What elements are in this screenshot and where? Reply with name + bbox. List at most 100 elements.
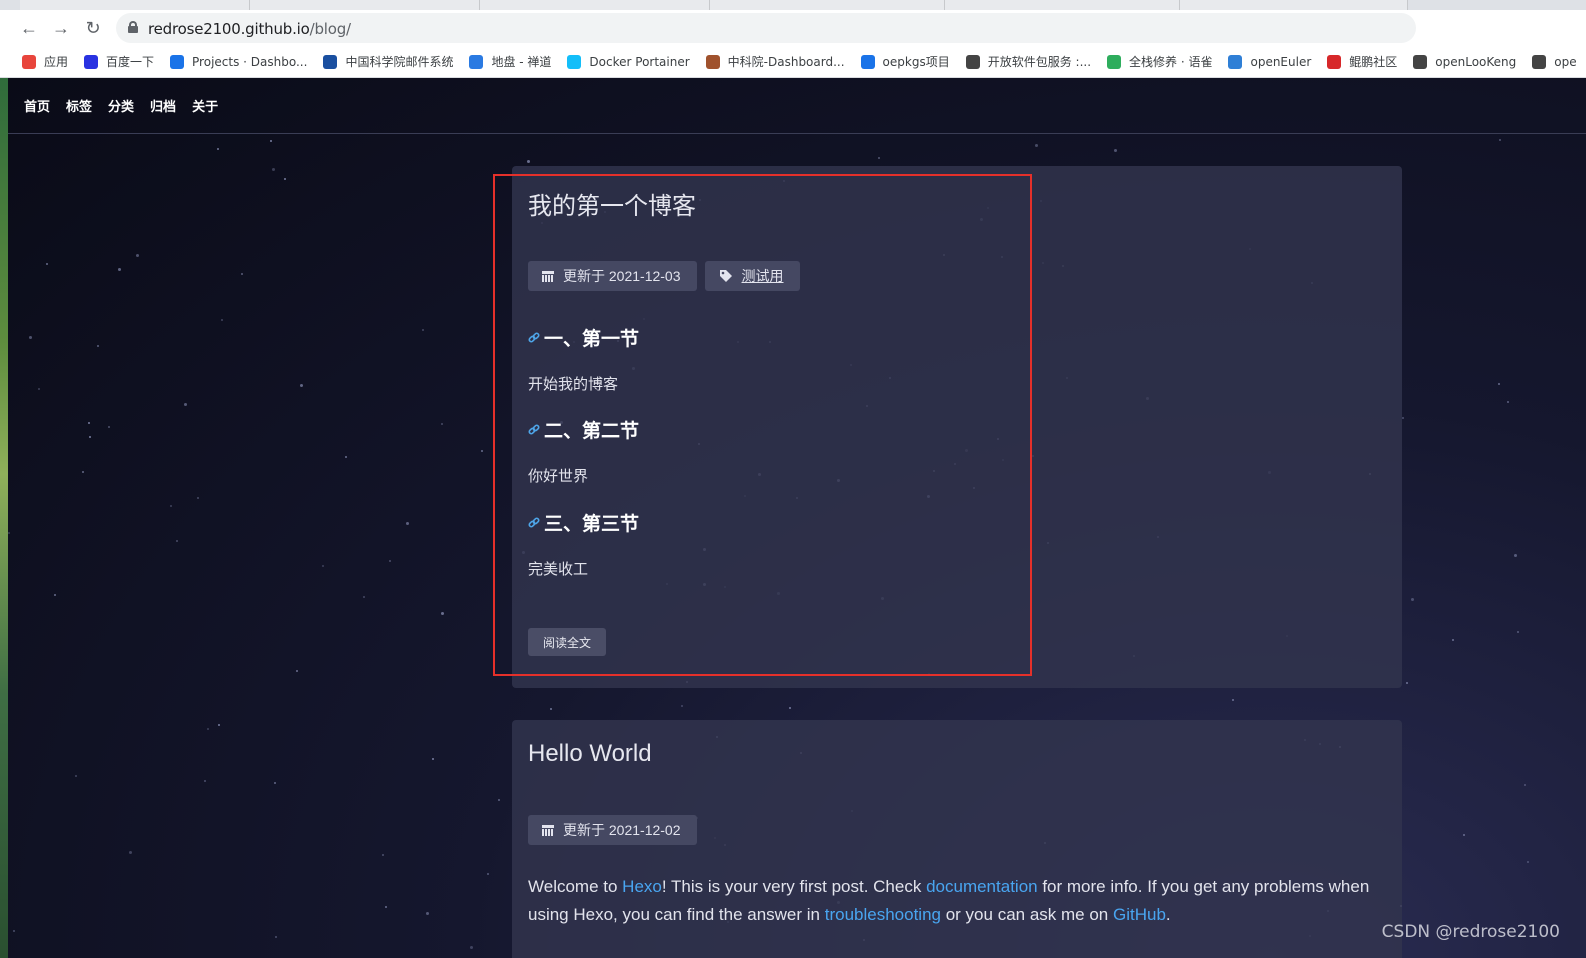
bookmark-item[interactable]: openLooKeng <box>1413 54 1517 69</box>
bookmark-item[interactable]: 百度一下 <box>84 53 154 70</box>
forward-icon[interactable]: → <box>49 16 73 40</box>
bookmark-item[interactable]: 地盘 - 禅道 <box>469 53 551 70</box>
star-dot <box>218 724 220 726</box>
bookmark-label: openLooKeng <box>1435 54 1517 69</box>
url-path: /blog/ <box>309 20 351 38</box>
nav-archives[interactable]: 归档 <box>150 96 176 115</box>
leaf-icon <box>1107 54 1122 69</box>
hexo-link[interactable]: Hexo <box>622 877 662 896</box>
star-dot <box>487 873 489 875</box>
url-host: redrose2100.github.io <box>148 20 310 38</box>
star-dot <box>108 426 110 428</box>
star-dot <box>1411 598 1414 601</box>
link-icon <box>170 54 185 69</box>
star-dot <box>275 936 277 938</box>
star-dot <box>1527 861 1529 863</box>
site-nav: 首页 标签 分类 归档 关于 <box>8 78 1586 134</box>
star-dot <box>1514 554 1517 557</box>
back-icon[interactable]: ← <box>17 16 41 40</box>
nav-tags[interactable]: 标签 <box>66 96 92 115</box>
nav-categories[interactable]: 分类 <box>108 96 134 115</box>
star-dot <box>197 497 199 499</box>
bookmark-label: 地盘 - 禅道 <box>491 55 552 69</box>
star-dot <box>207 728 209 730</box>
openeuler-icon <box>1228 54 1243 69</box>
bookmark-item[interactable]: 开放软件包服务 :... <box>965 53 1092 70</box>
star-dot <box>270 140 272 142</box>
tab-strip <box>0 0 1586 10</box>
reload-icon[interactable]: ↻ <box>81 16 105 40</box>
star-dot <box>88 422 90 424</box>
bookmark-item[interactable]: Docker Portainer <box>567 54 690 69</box>
bookmark-label: 鲲鹏社区 <box>1349 55 1398 69</box>
bookmark-label: 开放软件包服务 :... <box>987 55 1092 69</box>
star-dot <box>38 388 40 390</box>
globe-icon <box>1413 54 1428 69</box>
nav-about[interactable]: 关于 <box>192 96 218 115</box>
address-bar: ← → ↻ redrose2100.github.io/blog/ <box>0 10 1586 46</box>
star-dot <box>498 799 500 801</box>
troubleshooting-link[interactable]: troubleshooting <box>825 905 941 924</box>
url-input[interactable]: redrose2100.github.io/blog/ <box>116 13 1416 43</box>
star-dot <box>441 612 444 615</box>
post-title[interactable]: Hello World <box>528 740 652 768</box>
apps-grid-icon <box>22 54 36 69</box>
browser-tab[interactable] <box>20 0 250 10</box>
star-dot <box>1499 139 1501 141</box>
star-dot <box>8 532 10 534</box>
bookmark-item[interactable]: 应用 <box>22 53 68 70</box>
globe-icon <box>965 54 980 69</box>
star-dot <box>1406 682 1408 684</box>
browser-tab[interactable] <box>1180 0 1408 10</box>
star-dot <box>184 403 187 406</box>
star-dot <box>1452 639 1454 641</box>
browser-tab[interactable] <box>480 0 710 10</box>
star-dot <box>272 168 275 171</box>
bookmark-item[interactable]: openEuler <box>1228 54 1312 69</box>
star-dot <box>1402 417 1404 419</box>
bookmark-label: openEuler <box>1250 54 1312 69</box>
star-dot <box>1517 631 1519 633</box>
github-link[interactable]: GitHub <box>1113 905 1166 924</box>
mail-icon <box>323 54 338 69</box>
star-dot <box>46 263 48 265</box>
body-text: ! This is your very first post. Check <box>661 877 927 896</box>
bookmark-item[interactable]: 鲲鹏社区 <box>1327 53 1397 70</box>
body-text: Welcome to <box>528 877 623 896</box>
nav-home[interactable]: 首页 <box>24 96 50 115</box>
star-dot <box>470 946 473 949</box>
bookmark-label: oepkgs项目 <box>882 55 950 69</box>
baidu-paw-icon <box>84 54 99 69</box>
link-icon <box>860 54 875 69</box>
star-dot <box>176 540 178 542</box>
bookmark-label: ope <box>1554 54 1577 69</box>
bookmark-label: 中科院-Dashboard... <box>727 55 845 69</box>
documentation-link[interactable]: documentation <box>926 877 1038 896</box>
star-dot <box>204 780 206 782</box>
bookmark-item[interactable]: Projects · Dashbo... <box>170 54 308 69</box>
star-dot <box>1035 144 1038 147</box>
star-dot <box>789 707 791 709</box>
bookmark-item[interactable]: 中国科学院邮件系统 <box>323 53 453 70</box>
post-body: Welcome to Hexo! This is your very first… <box>528 873 1390 929</box>
bookmark-item[interactable]: ope <box>1532 54 1577 69</box>
bookmark-item[interactable]: 中科院-Dashboard... <box>705 53 845 70</box>
star-dot <box>389 560 391 562</box>
star-dot <box>681 705 683 707</box>
browser-tab[interactable] <box>250 0 480 10</box>
browser-tab[interactable] <box>710 0 945 10</box>
star-dot <box>363 596 365 598</box>
desktop-wallpaper <box>0 78 8 958</box>
star-dot <box>82 471 84 473</box>
browser-tab[interactable] <box>945 0 1180 10</box>
star-dot <box>1507 401 1509 403</box>
star-dot <box>136 254 139 257</box>
bookmark-item[interactable]: 全栈修养 · 语雀 <box>1107 53 1212 70</box>
star-dot <box>550 708 552 710</box>
star-dot <box>527 160 530 163</box>
star-dot <box>217 148 219 150</box>
star-dot <box>1498 383 1500 385</box>
blog-page: 首页 标签 分类 归档 关于 我的第一个博客 更新于 2021-12-03 测试… <box>8 78 1586 958</box>
bookmark-label: Projects · Dashbo... <box>192 54 308 69</box>
bookmark-item[interactable]: oepkgs项目 <box>860 53 950 70</box>
